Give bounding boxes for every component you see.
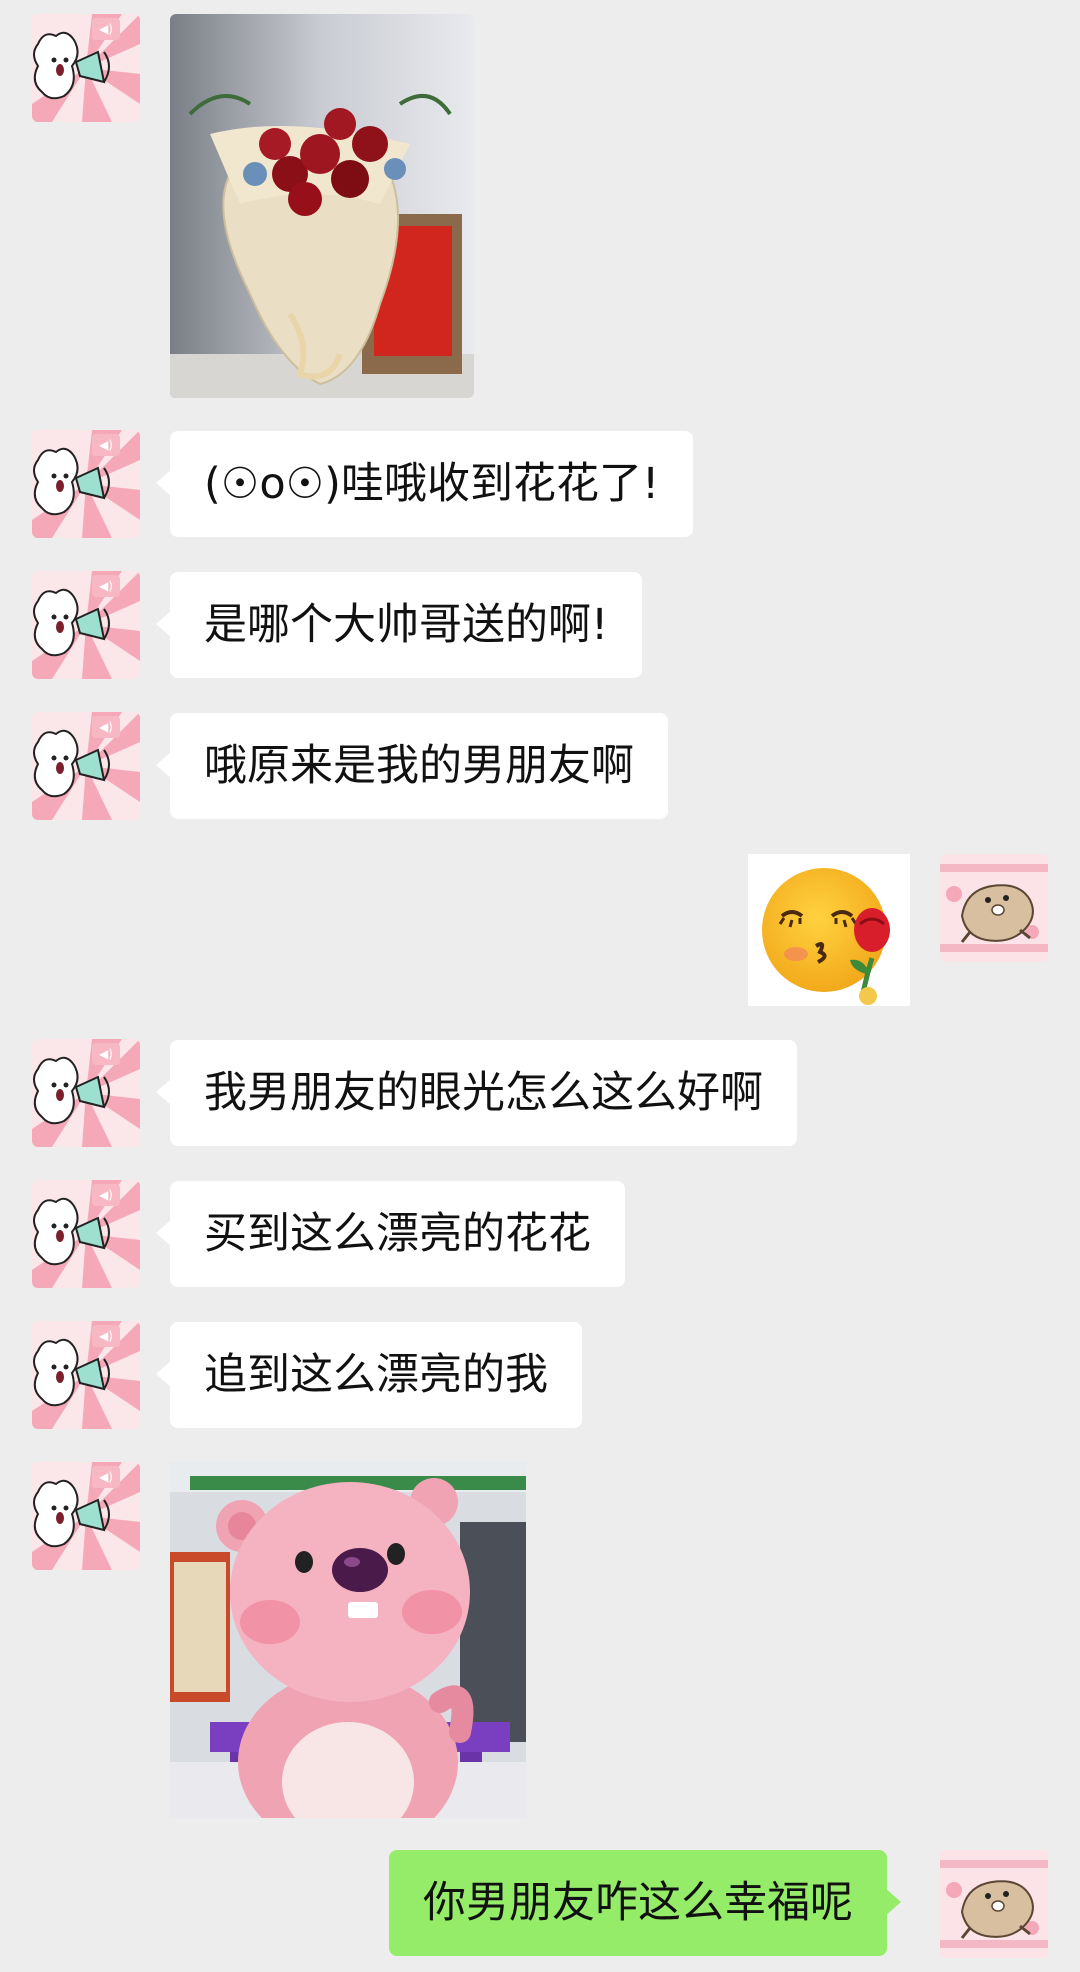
sender-avatar[interactable]: [32, 1321, 140, 1429]
alpaca-megaphone-avatar-icon: [32, 1180, 140, 1288]
hamster-avatar-icon: [940, 1850, 1048, 1958]
message-bubble-sent[interactable]: 你男朋友咋这么幸福呢: [389, 1850, 901, 1956]
my-avatar[interactable]: [940, 854, 1048, 962]
message-bubble[interactable]: 是哪个大帅哥送的啊!: [155, 572, 643, 678]
pink-beaver-image[interactable]: [170, 1462, 526, 1818]
message-text: 哦原来是我的男朋友啊: [204, 741, 634, 791]
sender-avatar[interactable]: [32, 430, 140, 538]
message-bubble[interactable]: 买到这么漂亮的花花: [156, 1181, 625, 1287]
flower-bouquet-image[interactable]: [170, 14, 474, 398]
my-avatar[interactable]: [940, 1850, 1048, 1958]
message-text: 是哪个大帅哥送的啊!: [204, 600, 609, 650]
alpaca-megaphone-avatar-icon: [32, 430, 140, 538]
message-text: 你男朋友咋这么幸福呢: [423, 1878, 853, 1928]
alpaca-megaphone-avatar-icon: [32, 571, 140, 679]
kiss-rose-emoji-icon: [748, 854, 910, 1006]
alpaca-megaphone-avatar-icon: [32, 1039, 140, 1147]
alpaca-megaphone-avatar-icon: [32, 1321, 140, 1429]
message-text: (☉o☉)哇哦收到花花了!: [204, 459, 660, 509]
hamster-avatar-icon: [940, 854, 1048, 962]
sender-avatar[interactable]: [32, 1039, 140, 1147]
flower-bouquet-photo: [170, 14, 474, 398]
alpaca-megaphone-avatar-icon: [32, 1462, 140, 1570]
sender-avatar[interactable]: [32, 14, 140, 122]
message-bubble[interactable]: 我男朋友的眼光怎么这么好啊: [156, 1040, 797, 1146]
message-bubble[interactable]: 追到这么漂亮的我: [156, 1322, 582, 1428]
kiss-rose-sticker[interactable]: [748, 854, 910, 1006]
message-text: 追到这么漂亮的我: [204, 1350, 548, 1400]
message-bubble[interactable]: 哦原来是我的男朋友啊: [156, 713, 668, 819]
pink-beaver-sticker-icon: [170, 1462, 526, 1818]
alpaca-megaphone-avatar-icon: [32, 14, 140, 122]
sender-avatar[interactable]: [32, 712, 140, 820]
message-text: 我男朋友的眼光怎么这么好啊: [204, 1068, 763, 1118]
message-bubble[interactable]: (☉o☉)哇哦收到花花了!: [155, 431, 694, 537]
sender-avatar[interactable]: [32, 1180, 140, 1288]
sender-avatar[interactable]: [32, 571, 140, 679]
alpaca-megaphone-avatar-icon: [32, 712, 140, 820]
message-text: 买到这么漂亮的花花: [204, 1209, 591, 1259]
sender-avatar[interactable]: [32, 1462, 140, 1570]
